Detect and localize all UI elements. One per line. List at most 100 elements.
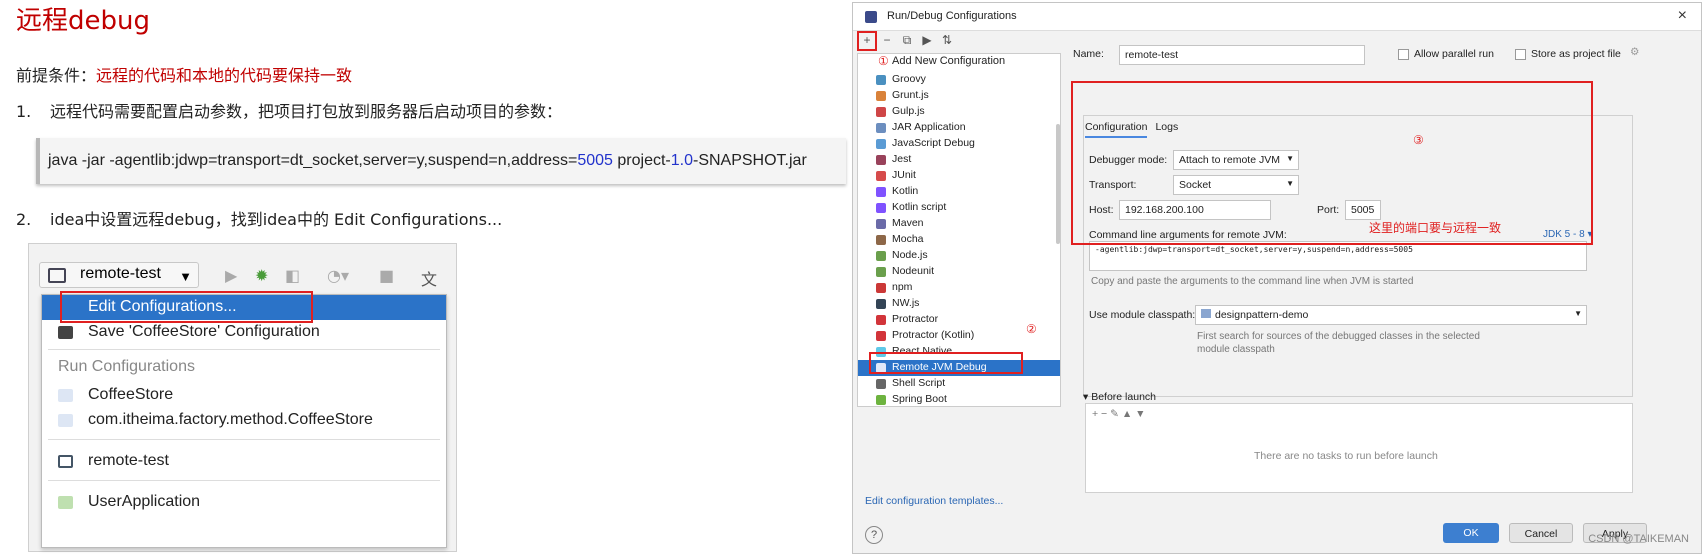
run-config-label: remote-test xyxy=(80,265,161,282)
translate-icon[interactable]: 文 xyxy=(421,266,437,290)
close-icon[interactable]: × xyxy=(1678,7,1687,25)
config-highlight-box xyxy=(1071,81,1593,245)
coverage-icon[interactable]: ◧ xyxy=(285,266,300,285)
menu-save-label: Save 'CoffeeStore' Configuration xyxy=(88,323,320,340)
classpath-select[interactable]: designpattern-demo ▼ xyxy=(1195,305,1587,325)
template-icon xyxy=(876,75,886,85)
config-icon xyxy=(58,389,73,402)
run-icon[interactable]: ▶ xyxy=(225,266,237,285)
template-icon xyxy=(876,379,886,389)
annotation-2: ② xyxy=(1026,322,1037,336)
chevron-down-icon: ▼ xyxy=(179,269,192,284)
code-port: 5005 xyxy=(577,152,613,169)
template-icon xyxy=(876,315,886,325)
tree-item-label: Node.js xyxy=(892,249,928,261)
template-icon xyxy=(876,395,886,405)
stop-icon[interactable]: ■ xyxy=(379,266,394,285)
template-icon xyxy=(876,107,886,117)
tree-item[interactable]: npm xyxy=(858,280,1060,296)
before-launch-toolbar[interactable]: + − ✎ ▲ ▼ xyxy=(1092,408,1146,420)
tree-item-label: Protractor (Kotlin) xyxy=(892,329,975,341)
tree-item[interactable]: Jest xyxy=(858,152,1060,168)
sort-icon[interactable]: ⇅ xyxy=(937,33,957,47)
precondition-text: 远程的代码和本地的代码要保持一致 xyxy=(96,66,353,85)
slide-title: 远程debug xyxy=(16,6,150,36)
template-icon xyxy=(876,299,886,309)
tree-item[interactable]: Groovy xyxy=(858,72,1060,88)
debug-icon[interactable]: ✹ xyxy=(255,266,268,285)
config-icon xyxy=(58,414,73,427)
menu-item-label: UserApplication xyxy=(88,493,201,510)
tree-item[interactable]: Mocha xyxy=(858,232,1060,248)
gear-icon[interactable]: ⚙ xyxy=(1630,46,1639,58)
menu-item-userapplication[interactable]: UserApplication xyxy=(42,490,446,515)
tree-item-label: Gulp.js xyxy=(892,105,925,117)
run-config-selector[interactable]: remote-test ▼ xyxy=(39,262,199,288)
tree-item-label: Groovy xyxy=(892,73,926,85)
copy-icon[interactable]: ⧉ xyxy=(897,33,917,48)
menu-item-coffeestore[interactable]: CoffeeStore xyxy=(42,383,446,408)
add-new-label: Add New Configuration xyxy=(892,55,1006,67)
edit-templates-link[interactable]: Edit configuration templates... xyxy=(865,495,1003,507)
tree-item[interactable]: Grunt.js xyxy=(858,88,1060,104)
tree-item-label: Grunt.js xyxy=(892,89,929,101)
allow-parallel-checkbox[interactable] xyxy=(1398,49,1409,60)
tree-item[interactable]: Kotlin script xyxy=(858,200,1060,216)
menu-run-configurations-header: Run Configurations xyxy=(58,358,195,375)
help-icon[interactable]: ? xyxy=(865,526,883,544)
tree-item[interactable]: Kotlin xyxy=(858,184,1060,200)
tree-item-label: Maven xyxy=(892,217,924,229)
annotation-1: ① xyxy=(878,54,889,68)
menu-item-label: com.itheima.factory.method.CoffeeStore xyxy=(88,411,373,428)
template-icon xyxy=(876,91,886,101)
step-2: 2. idea中设置远程debug，找到idea中的 Edit Configura… xyxy=(16,206,502,230)
remove-icon[interactable]: − xyxy=(877,33,897,47)
tree-item-label: Spring Boot xyxy=(892,393,947,405)
menu-save-configuration[interactable]: Save 'CoffeeStore' Configuration xyxy=(42,320,446,345)
watermark: CSDN @TAIKEMAN xyxy=(1588,533,1689,545)
step-2-text: idea中设置远程debug，找到idea中的 Edit Configurati… xyxy=(50,210,503,229)
precondition: 前提条件：远程的代码和本地的代码要保持一致 xyxy=(16,62,352,86)
ok-button[interactable]: OK xyxy=(1443,523,1499,543)
tree-item[interactable]: Gulp.js xyxy=(858,104,1060,120)
menu-item-remote-test[interactable]: remote-test xyxy=(42,449,446,474)
template-icon xyxy=(876,123,886,133)
move-icon[interactable]: ▶ xyxy=(917,33,937,47)
save-icon xyxy=(58,326,73,339)
tree-item[interactable]: Maven xyxy=(858,216,1060,232)
tree-item[interactable]: Spring Boot xyxy=(858,392,1060,406)
store-project-checkbox[interactable] xyxy=(1515,49,1526,60)
add-highlight-box xyxy=(857,31,877,51)
menu-item-label: remote-test xyxy=(88,452,169,469)
menu-item-label: CoffeeStore xyxy=(88,386,174,403)
tree-item-label: Protractor xyxy=(892,313,939,325)
template-icon xyxy=(876,251,886,261)
tree-item[interactable]: NW.js xyxy=(858,296,1060,312)
tree-item[interactable]: Nodeunit xyxy=(858,264,1060,280)
tree-item-label: JUnit xyxy=(892,169,916,181)
tree-scrollbar[interactable] xyxy=(1056,124,1060,244)
template-icon xyxy=(876,219,886,229)
template-icon xyxy=(876,203,886,213)
add-new-configuration-header: ① Add New Configuration xyxy=(858,54,1060,72)
code-part-b: project- xyxy=(612,152,671,169)
code-part-a: java -jar -agentlib:jdwp=transport=dt_so… xyxy=(48,152,578,169)
template-icon xyxy=(876,139,886,149)
profile-icon[interactable]: ◔▾ xyxy=(327,266,349,285)
cancel-button[interactable]: Cancel xyxy=(1509,523,1573,543)
menu-item-coffeestore-full[interactable]: com.itheima.factory.method.CoffeeStore xyxy=(42,408,446,433)
tree-item[interactable]: Shell Script xyxy=(858,376,1060,392)
cmd-args-field[interactable]: -agentlib:jdwp=transport=dt_socket,serve… xyxy=(1089,241,1587,271)
remote-config-icon xyxy=(58,455,73,468)
tree-item[interactable]: JavaScript Debug xyxy=(858,136,1060,152)
before-launch-header[interactable]: ▾ Before launch xyxy=(1083,391,1156,403)
precondition-label: 前提条件： xyxy=(16,66,97,85)
tree-item[interactable]: JUnit xyxy=(858,168,1060,184)
store-project-label: Store as project file xyxy=(1531,48,1621,60)
menu-divider xyxy=(48,480,440,481)
name-input[interactable]: remote-test xyxy=(1119,45,1365,65)
tree-item[interactable]: Node.js xyxy=(858,248,1060,264)
tree-item-label: npm xyxy=(892,281,913,293)
tree-item[interactable]: JAR Application xyxy=(858,120,1060,136)
template-icon xyxy=(876,187,886,197)
